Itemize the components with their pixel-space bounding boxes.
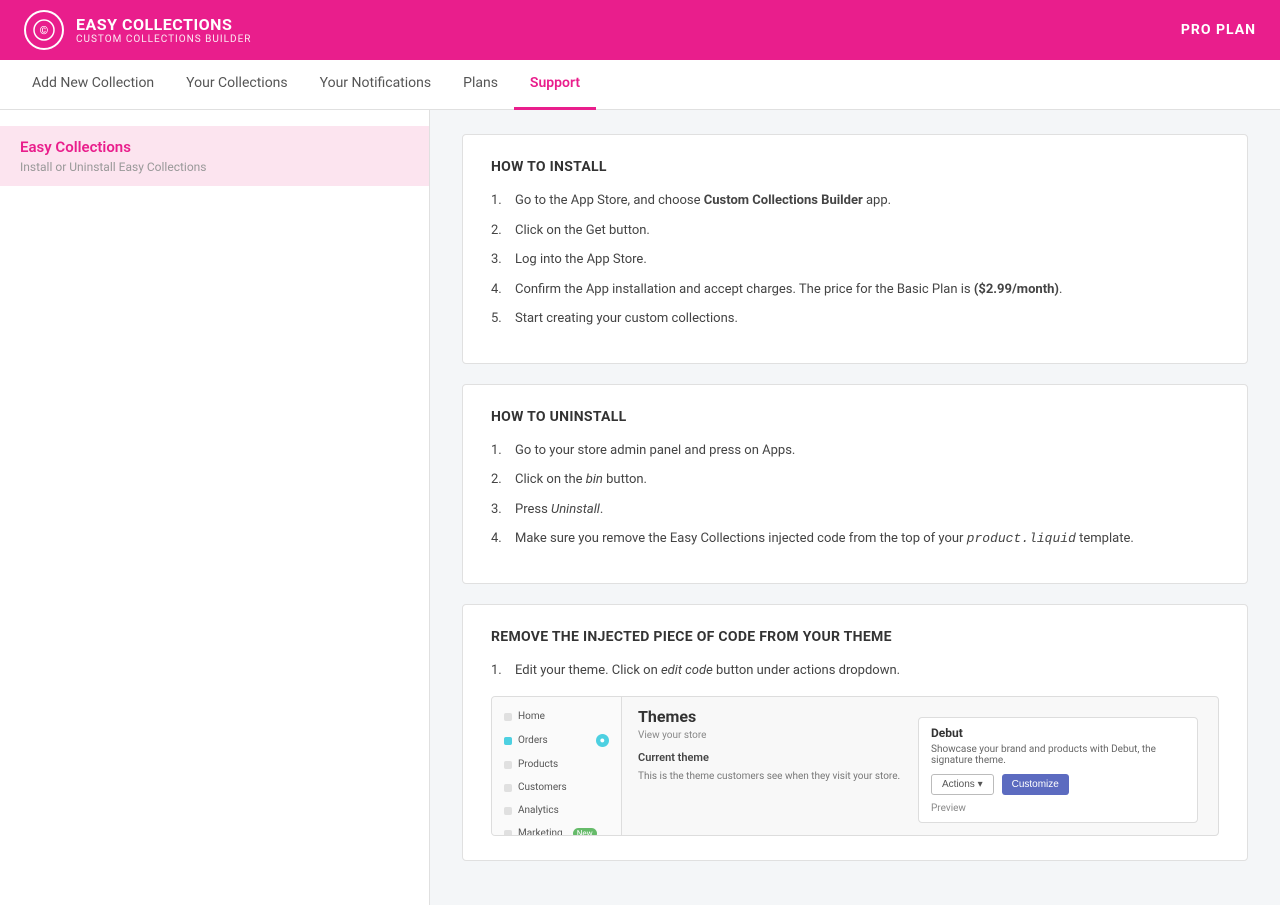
uninstall-step-4: 4. Make sure you remove the Easy Collect… — [491, 529, 1219, 549]
header-title: EASY COLLECTIONS — [76, 15, 251, 34]
preview-sidebar-marketing: Marketing New — [492, 822, 621, 836]
preview-theme-card: Debut Showcase your brand and products w… — [918, 717, 1198, 823]
install-step-3: 3. Log into the App Store. — [491, 250, 1219, 270]
nav-support[interactable]: Support — [514, 60, 596, 110]
step-text: Go to your store admin panel and press o… — [515, 441, 1219, 461]
step-num: 1. — [491, 191, 509, 211]
preview-sidebar-analytics: Analytics — [492, 799, 621, 822]
theme-screenshot-preview: Home Orders ● Products Customers — [491, 696, 1219, 836]
preview-sidebar-label: Marketing — [518, 828, 563, 836]
preview-card-desc: Showcase your brand and products with De… — [931, 744, 1185, 766]
nav-your-notifications[interactable]: Your Notifications — [304, 60, 447, 110]
remove-steps: 1. Edit your theme. Click on edit code b… — [491, 661, 1219, 681]
step-num: 1. — [491, 661, 509, 681]
uninstall-step-2: 2. Click on the bin button. — [491, 470, 1219, 490]
uninstall-title: HOW TO UNINSTALL — [491, 409, 1219, 425]
sidebar-item-desc: Install or Uninstall Easy Collections — [20, 160, 409, 174]
preview-customize-button[interactable]: Customize — [1002, 774, 1069, 795]
uninstall-section: HOW TO UNINSTALL 1. Go to your store adm… — [462, 384, 1248, 584]
preview-card-buttons: Actions ▾ Customize — [931, 774, 1185, 795]
install-steps: 1. Go to the App Store, and choose Custo… — [491, 191, 1219, 329]
preview-dot — [504, 737, 512, 745]
preview-sidebar-label: Customers — [518, 782, 567, 793]
install-step-4: 4. Confirm the App installation and acce… — [491, 280, 1219, 300]
bold-text: Custom Collections Builder — [704, 193, 863, 208]
preview-sidebar-label: Products — [518, 759, 558, 770]
uninstall-step-3: 3. Press Uninstall. — [491, 500, 1219, 520]
step-text: Confirm the App installation and accept … — [515, 280, 1219, 300]
step-num: 4. — [491, 280, 509, 300]
preview-label: Preview — [931, 803, 1185, 814]
preview-dot — [504, 713, 512, 721]
step-num: 2. — [491, 221, 509, 241]
sidebar-item-easy-collections[interactable]: Easy Collections Install or Uninstall Ea… — [0, 126, 429, 186]
step-num: 4. — [491, 529, 509, 549]
step-text: Go to the App Store, and choose Custom C… — [515, 191, 1219, 211]
step-num: 3. — [491, 500, 509, 520]
mono-text: product.liquid — [967, 531, 1076, 546]
preview-actions-button[interactable]: Actions ▾ — [931, 774, 994, 795]
page-layout: Easy Collections Install or Uninstall Ea… — [0, 110, 1280, 905]
install-step-5: 5. Start creating your custom collection… — [491, 309, 1219, 329]
italic-text: edit code — [661, 663, 713, 678]
step-num: 3. — [491, 250, 509, 270]
preview-dot — [504, 830, 512, 837]
sidebar: Easy Collections Install or Uninstall Ea… — [0, 110, 430, 905]
remove-title: REMOVE THE INJECTED PIECE OF CODE FROM Y… — [491, 629, 1219, 645]
preview-sidebar-home: Home — [492, 705, 621, 728]
preview-sidebar-label: Analytics — [518, 805, 559, 816]
nav-add-new-collection[interactable]: Add New Collection — [16, 60, 170, 110]
orders-badge: ● — [596, 734, 609, 747]
nav-your-collections[interactable]: Your Collections — [170, 60, 303, 110]
preview-sidebar-orders: Orders ● — [492, 728, 621, 753]
sidebar-item-label: Easy Collections — [20, 138, 409, 156]
nav-plans[interactable]: Plans — [447, 60, 514, 110]
preview-dot — [504, 807, 512, 815]
preview-sidebar-customers: Customers — [492, 776, 621, 799]
preview-sidebar-label: Home — [518, 711, 545, 722]
install-section: HOW TO INSTALL 1. Go to the App Store, a… — [462, 134, 1248, 364]
step-num: 5. — [491, 309, 509, 329]
remove-step-1: 1. Edit your theme. Click on edit code b… — [491, 661, 1219, 681]
step-text: Edit your theme. Click on edit code butt… — [515, 661, 1219, 681]
preview-card-title: Debut — [931, 726, 1185, 740]
preview-dot — [504, 784, 512, 792]
main-nav: Add New Collection Your Collections Your… — [0, 60, 1280, 110]
header-subtitle: CUSTOM COLLECTIONS BUILDER — [76, 34, 251, 45]
brand: © EASY COLLECTIONS CUSTOM COLLECTIONS BU… — [24, 10, 251, 50]
preview-dot — [504, 761, 512, 769]
italic-text: bin — [586, 472, 603, 487]
marketing-badge: New — [573, 828, 597, 836]
step-num: 2. — [491, 470, 509, 490]
bold-text: ($2.99/month) — [974, 282, 1059, 297]
logo: © — [24, 10, 64, 50]
preview-sidebar: Home Orders ● Products Customers — [492, 697, 622, 835]
step-text: Start creating your custom collections. — [515, 309, 1219, 329]
install-step-2: 2. Click on the Get button. — [491, 221, 1219, 241]
uninstall-steps: 1. Go to your store admin panel and pres… — [491, 441, 1219, 549]
header: © EASY COLLECTIONS CUSTOM COLLECTIONS BU… — [0, 0, 1280, 60]
install-title: HOW TO INSTALL — [491, 159, 1219, 175]
main-content: HOW TO INSTALL 1. Go to the App Store, a… — [430, 110, 1280, 905]
italic-text: Uninstall — [551, 502, 600, 517]
step-text: Click on the Get button. — [515, 221, 1219, 241]
preview-sidebar-products: Products — [492, 753, 621, 776]
svg-text:©: © — [40, 24, 49, 37]
step-text: Click on the bin button. — [515, 470, 1219, 490]
header-title-block: EASY COLLECTIONS CUSTOM COLLECTIONS BUIL… — [76, 15, 251, 45]
preview-sidebar-label: Orders — [518, 735, 548, 746]
install-step-1: 1. Go to the App Store, and choose Custo… — [491, 191, 1219, 211]
step-num: 1. — [491, 441, 509, 461]
step-text: Press Uninstall. — [515, 500, 1219, 520]
plan-badge: PRO PLAN — [1181, 22, 1256, 38]
remove-section: REMOVE THE INJECTED PIECE OF CODE FROM Y… — [462, 604, 1248, 862]
step-text: Log into the App Store. — [515, 250, 1219, 270]
step-text: Make sure you remove the Easy Collection… — [515, 529, 1219, 549]
uninstall-step-1: 1. Go to your store admin panel and pres… — [491, 441, 1219, 461]
